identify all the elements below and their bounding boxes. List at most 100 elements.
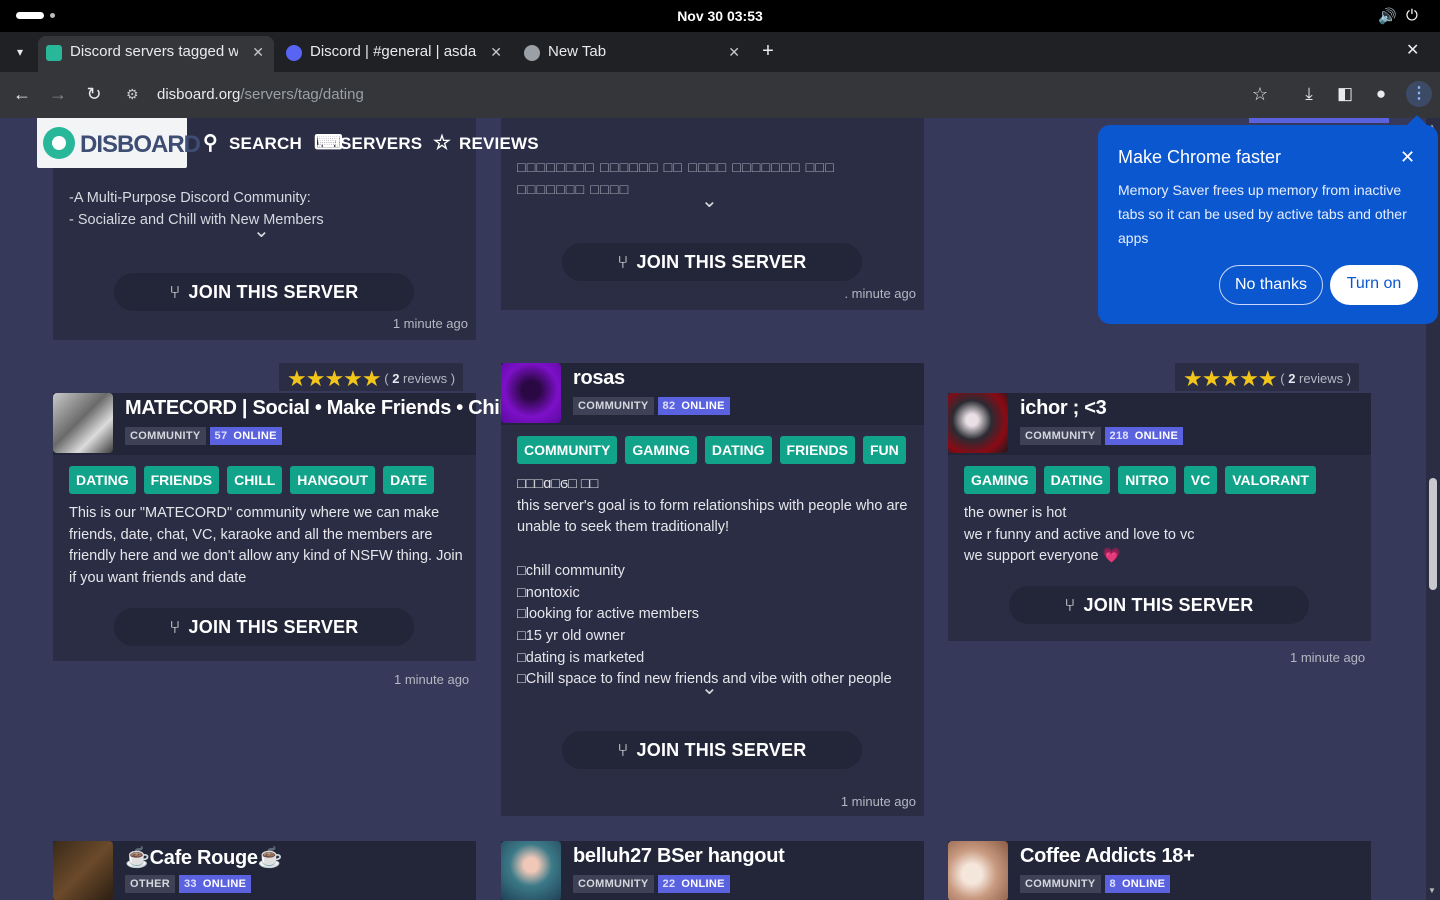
tab-title: Discord servers tagged w (70, 43, 238, 60)
expand-chevron-icon[interactable]: ⌄ (701, 188, 718, 213)
server-avatar[interactable] (948, 841, 1008, 900)
join-server-button[interactable]: ⑂ JOIN THIS SERVER (114, 273, 414, 311)
no-thanks-button[interactable]: No thanks (1219, 265, 1323, 305)
url-text[interactable]: disboard.org/servers/tag/dating (157, 86, 364, 103)
server-badges: COMMUNITY 82 ONLINE (573, 397, 734, 415)
volume-icon[interactable]: 🔊 (1378, 7, 1397, 25)
nav-reviews[interactable]: ☆ REVIEWS (433, 130, 539, 155)
tab-title: Discord | #general | asda (310, 43, 477, 60)
category-badge[interactable]: OTHER (125, 875, 175, 893)
back-icon[interactable]: ← (10, 83, 34, 107)
tag[interactable]: DATE (383, 466, 435, 494)
review-rating[interactable]: ★★★★★ ( 2 reviews ) (279, 363, 464, 391)
server-badges: COMMUNITY 57 ONLINE (125, 427, 286, 445)
reload-icon[interactable]: ↻ (82, 83, 106, 107)
tag[interactable]: DATING (1043, 466, 1111, 494)
disboard-logo[interactable]: DISBOARD (37, 118, 201, 168)
category-badge[interactable]: COMMUNITY (1020, 427, 1101, 445)
server-name[interactable]: ichor ; <3 (1020, 397, 1107, 420)
chrome-favicon-icon (524, 45, 540, 61)
plug-icon: ⑂ (617, 252, 629, 272)
server-name[interactable]: MATECORD | Social • Make Friends • Chill… (125, 397, 522, 420)
tag[interactable]: HANGOUT (290, 466, 376, 494)
expand-chevron-icon[interactable]: ⌄ (701, 675, 718, 700)
turn-on-button[interactable]: Turn on (1330, 265, 1418, 305)
browser-toolbar: ← → ↻ ⚙ disboard.org/servers/tag/dating … (0, 72, 1440, 118)
system-bar: Nov 30 03:53 🔊 ⏻ (0, 0, 1440, 32)
timestamp: . minute ago (844, 286, 916, 301)
tab-new-tab[interactable]: New Tab ✕ (516, 36, 750, 72)
popup-title: Make Chrome faster (1118, 147, 1282, 167)
scrollbar-thumb[interactable] (1429, 478, 1437, 590)
tag[interactable]: VALORANT (1225, 466, 1316, 494)
online-badge: 218 ONLINE (1104, 427, 1184, 445)
join-server-button[interactable]: ⑂ JOIN THIS SERVER (114, 608, 414, 646)
plug-icon: ⑂ (617, 740, 629, 760)
server-card: rosas COMMUNITY 82 ONLINE COMMUNITY GAMING D… (501, 363, 924, 816)
plug-icon: ⑂ (169, 282, 181, 302)
tag[interactable]: CHILL (227, 466, 283, 494)
tag[interactable]: NITRO (1118, 466, 1176, 494)
site-info-icon[interactable]: ⚙ (126, 86, 139, 103)
bookmark-star-icon[interactable]: ☆ (1252, 84, 1268, 105)
new-tab-button[interactable]: + (756, 38, 780, 66)
system-clock[interactable]: Nov 30 03:53 (0, 8, 1440, 24)
address-bar[interactable]: ⚙ disboard.org/servers/tag/dating ☆ (118, 78, 1286, 112)
tag[interactable]: GAMING (964, 466, 1036, 494)
join-server-button[interactable]: ⑂ JOIN THIS SERVER (562, 243, 862, 281)
disboard-logo-icon (43, 127, 75, 159)
forward-icon[interactable]: → (46, 83, 70, 107)
tag-list: DATING FRIENDS CHILL HANGOUT DATE (69, 466, 442, 494)
expand-chevron-icon[interactable]: ⌄ (253, 218, 270, 243)
site-nav: DISBOARD ⚲ SEARCH ⌨SERVERS ☆ REVIEWS (0, 118, 560, 168)
server-name[interactable]: belluh27 BSer hangout (573, 845, 785, 868)
category-badge[interactable]: COMMUNITY (1020, 875, 1101, 893)
category-badge[interactable]: COMMUNITY (573, 397, 654, 415)
plug-icon: ⑂ (1064, 595, 1076, 615)
tag[interactable]: FRIENDS (143, 466, 220, 494)
server-avatar[interactable] (501, 841, 561, 900)
server-avatar[interactable] (53, 393, 113, 453)
tab-disboard[interactable]: Discord servers tagged w ✕ (38, 36, 274, 72)
chrome-menu-icon[interactable]: ⋮ (1406, 81, 1432, 107)
close-tab-icon[interactable]: ✕ (728, 36, 740, 68)
join-server-button[interactable]: ⑂ JOIN THIS SERVER (1009, 586, 1309, 624)
category-badge[interactable]: COMMUNITY (125, 427, 206, 445)
server-badges: COMMUNITY 218 ONLINE (1020, 427, 1187, 445)
tab-discord[interactable]: Discord | #general | asda ✕ (278, 36, 512, 72)
server-name[interactable]: ☕Cafe Rouge☕ (125, 845, 283, 870)
window-close-icon[interactable]: ✕ (1406, 40, 1419, 60)
close-tab-icon[interactable]: ✕ (490, 36, 502, 68)
tag[interactable]: FRIENDS (779, 436, 855, 464)
tag[interactable]: DATING (704, 436, 772, 464)
server-description: the owner is hot we r funny and active a… (964, 505, 1195, 565)
side-panel-icon[interactable]: ◧ (1334, 84, 1356, 104)
server-name[interactable]: Coffee Addicts 18+ (1020, 845, 1195, 868)
close-icon[interactable]: ✕ (1400, 147, 1415, 168)
tag[interactable]: GAMING (625, 436, 697, 464)
tag[interactable]: DATING (69, 466, 136, 494)
server-avatar[interactable] (501, 363, 561, 423)
tag[interactable]: VC (1183, 466, 1218, 494)
review-rating[interactable]: ★★★★★ ( 2 reviews ) (1175, 363, 1360, 391)
category-badge[interactable]: COMMUNITY (573, 875, 654, 893)
scroll-down-icon[interactable]: ▼ (1428, 886, 1436, 895)
close-tab-icon[interactable]: ✕ (252, 36, 264, 68)
server-card-header: MATECORD | Social • Make Friends • Chill… (53, 393, 522, 455)
server-name[interactable]: rosas (573, 367, 625, 390)
tab-search-chevron-icon[interactable]: ▾ (8, 40, 32, 64)
profile-icon[interactable]: ● (1370, 84, 1392, 104)
nav-search[interactable]: ⚲ SEARCH (203, 130, 302, 155)
server-card-header: belluh27 BSer hangout COMMUNITY 22 ONLINE (501, 841, 924, 900)
partial-button[interactable] (1249, 118, 1389, 123)
server-avatar[interactable] (53, 841, 113, 900)
join-server-button[interactable]: ⑂ JOIN THIS SERVER (562, 731, 862, 769)
tag[interactable]: COMMUNITY (517, 436, 618, 464)
timestamp: 1 minute ago (840, 794, 916, 809)
tag[interactable]: FUN (862, 436, 906, 464)
server-avatar[interactable] (948, 393, 1008, 453)
power-icon[interactable]: ⏻ (1406, 7, 1418, 24)
nav-servers[interactable]: ⌨SERVERS (314, 130, 422, 155)
download-icon[interactable]: ⤓ (1298, 84, 1320, 104)
browser-tab-bar: ▾ Discord servers tagged w ✕ Discord | #… (0, 32, 1440, 72)
